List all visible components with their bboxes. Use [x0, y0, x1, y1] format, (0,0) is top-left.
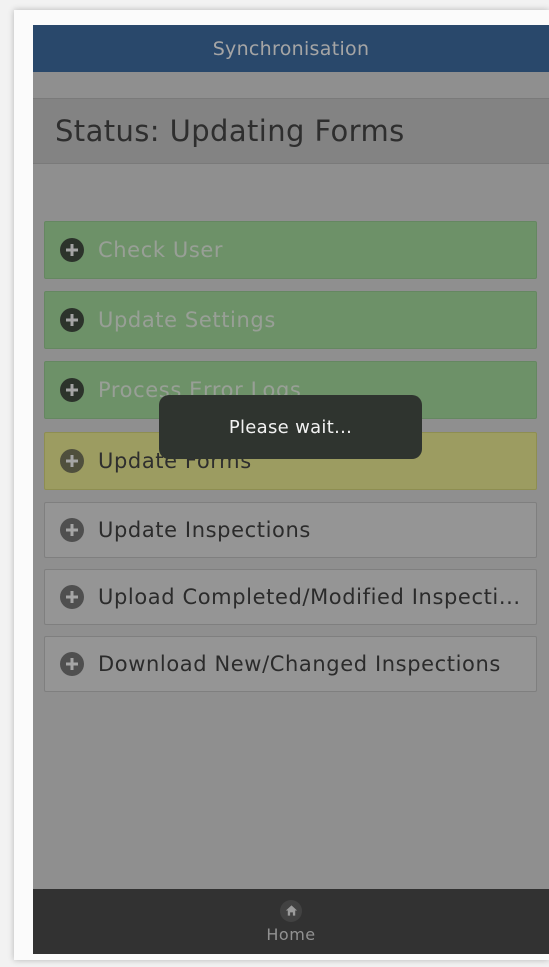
loading-overlay — [33, 25, 549, 954]
toast-text: Please wait... — [228, 416, 353, 438]
please-wait-toast: Please wait... — [159, 395, 422, 459]
app-screen: Synchronisation Status: Updating Forms C… — [33, 25, 549, 954]
